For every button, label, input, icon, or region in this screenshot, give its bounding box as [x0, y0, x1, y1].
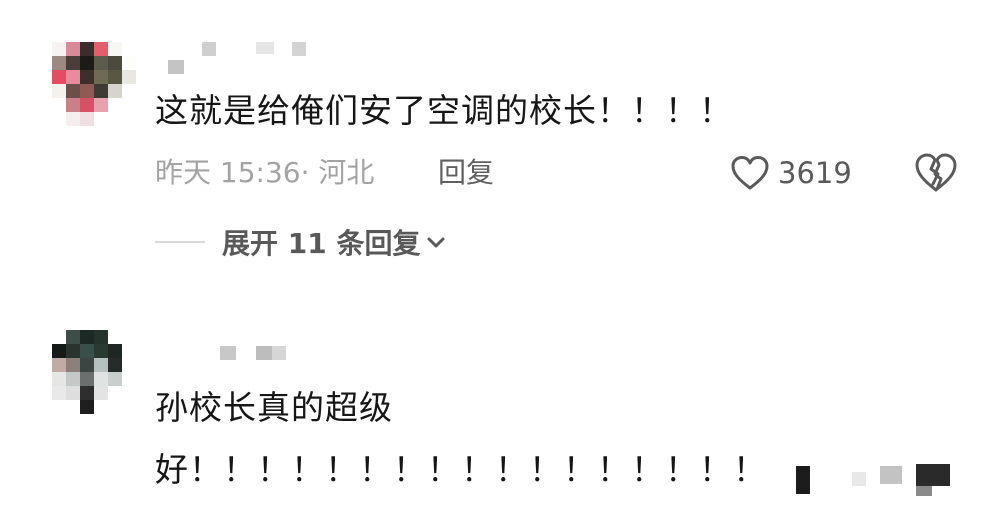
- comment-text: 好！！！！！！！！！！！！！！！！！: [155, 450, 767, 489]
- expand-replies-label: 展开 11 条回复: [222, 227, 421, 260]
- username[interactable]: [168, 40, 328, 74]
- expand-replies-button[interactable]: 展开 11 条回复: [222, 221, 446, 263]
- like-count: 3619: [778, 156, 852, 190]
- reply-button[interactable]: 回复: [438, 153, 494, 193]
- avatar[interactable]: [52, 330, 136, 414]
- comment-text: 孙校长真的超级: [155, 388, 393, 427]
- mosaic-block: [796, 462, 956, 498]
- chevron-down-icon: [427, 237, 445, 248]
- comment-text: 这就是给俺们安了空调的校长！！！！: [155, 91, 733, 130]
- avatar[interactable]: [52, 42, 136, 126]
- divider-line: [155, 241, 205, 243]
- comment-meta: 昨天 15:36· 河北: [155, 156, 375, 189]
- broken-heart-icon: [915, 153, 957, 192]
- username[interactable]: [220, 342, 300, 372]
- like-button[interactable]: 3619: [730, 150, 852, 196]
- dislike-button[interactable]: [914, 152, 958, 194]
- heart-outline-icon: [731, 156, 769, 190]
